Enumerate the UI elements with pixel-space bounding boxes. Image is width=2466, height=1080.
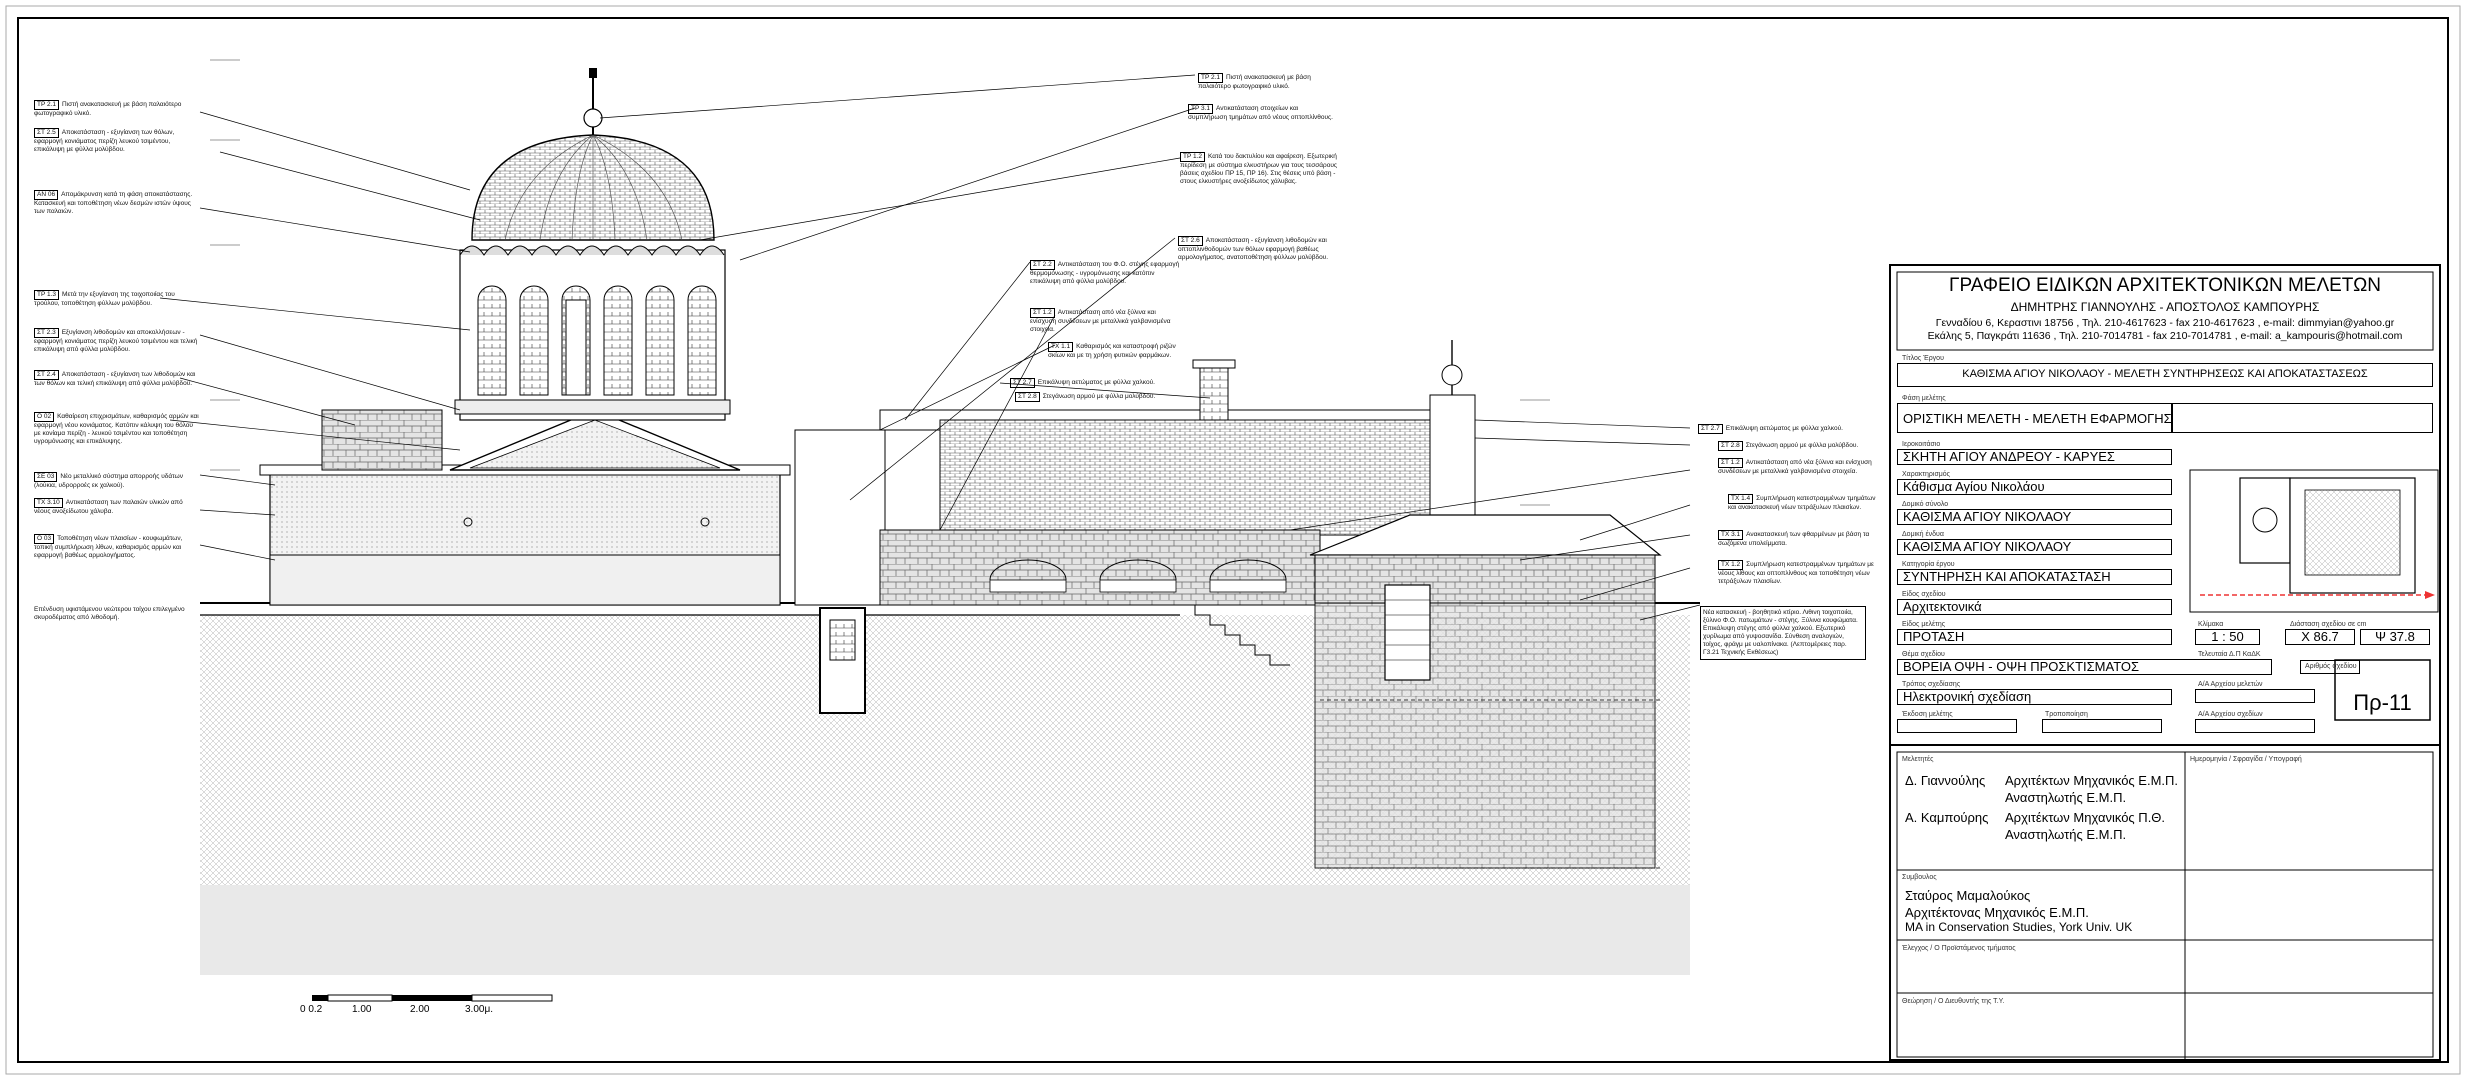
note-top-2: ΤΡ 1.2 Κατά του δακτυλίου και αφαίρεση. Ε…: [1180, 152, 1338, 185]
note-left-2: ΑΝ 06 Απομάκρυνση κατά τη φάση αποκατάστα…: [34, 190, 193, 215]
key-plan: [2200, 477, 2435, 599]
method-value: Ηλεκτρονική σχεδίαση: [1903, 689, 2032, 704]
note-right-0: ΣΤ 2.7 Επικάλυψη αετώματος με φύλλα χαλκο…: [1698, 424, 1883, 434]
collab-name: Σταύρος Μαμαλούκος: [1905, 888, 2031, 903]
project-label: Τίτλος Έργου: [1902, 355, 1944, 362]
note-right-4: ΤΧ 3.1 Ανακατασκευή των φθαρμένων με βάση…: [1718, 530, 1870, 547]
note-left-1: ΣΤ 2.5 Αποκατάσταση - εξυγίανση των θόλων…: [34, 128, 175, 153]
note-left-7: ΣΕ 03 Νέο μεταλλικό σύστημα απορροής υδάτ…: [34, 472, 183, 489]
note-left-6: Ο 02 Καθαίρεση επιχρισμάτων, καθαρισμός α…: [34, 412, 199, 445]
method-label: Τρόπος σχεδίασης: [1902, 681, 1961, 688]
note-top-3: ΣΤ 2.6 Αποκατάσταση - εξυγίανση λιθοδομών…: [1178, 236, 1329, 261]
category-value: ΣΥΝΤΗΡΗΣΗ ΚΑΙ ΑΠΟΚΑΤΑΣΤΑΣΗ: [1903, 569, 2111, 584]
scale-tick-0: 0 0.2: [300, 1004, 323, 1015]
coord-x: Χ 86.7: [2301, 629, 2339, 644]
note-left-0: ΤΡ 2.1 Πιστή ανακατασκευή με βάση παλαιότ…: [34, 100, 182, 117]
scale-bar: [312, 994, 553, 1002]
site-label: Τελευταία Δ.Π ΚαΔΚ: [2198, 651, 2261, 658]
designer-2-title-1: Αρχιτέκτων Μηχανικός Π.Θ.: [2005, 810, 2166, 825]
note-top-8: ΣΤ 2.8 Στεγάνωση αρμού με φύλλα μολύβδου.: [1015, 392, 1205, 402]
location-value: ΣΚΗΤΗ ΑΓΙΟΥ ΑΝΔΡΕΟΥ - ΚΑΡΥΕΣ: [1903, 449, 2115, 464]
note-top-7: ΣΤ 2.7 Επικάλυψη αετώματος με φύλλα χαλκο…: [1010, 378, 1200, 388]
scale-tick-1: 1.00: [352, 1004, 372, 1015]
phase-value: ΟΡΙΣΤΙΚΗ ΜΕΛΕΤΗ - ΜΕΛΕΤΗ ΕΦΑΡΜΟΓΗΣ: [1903, 411, 2172, 426]
revision-label: Τροποποίηση: [2045, 711, 2088, 718]
note-right-1: ΣΤ 2.8 Στεγάνωση αρμού με φύλλα μολύβδου.: [1718, 441, 1883, 451]
coord-y: Ψ 37.8: [2375, 629, 2415, 644]
approve-label: Θεώρηση / Ο Διευθυντής της Τ.Υ.: [1902, 998, 2005, 1005]
design-type-label: Είδος μελέτης: [1902, 621, 1946, 628]
arch-label: Α/Α Αρχείου μελετών: [2198, 681, 2263, 688]
designer-1-name: Δ. Γιαννούλης: [1905, 773, 1986, 788]
file-label: Α/Α Αρχείου σχεδίων: [2198, 711, 2263, 718]
type-value: Αρχιτεκτονικά: [1903, 599, 1982, 614]
note-top-1: ΤΡ 3.1 Αντικατάσταση στοιχείων και συμπλή…: [1188, 104, 1333, 121]
phase-label: Φάση μελέτης: [1902, 395, 1946, 402]
note-top-0: ΤΡ 2.1 Πιστή ανακατασκευή με βάση παλαιότ…: [1198, 73, 1311, 90]
office-address-1: Γενναδίου 6, Κεραστινι 18756 , Τηλ. 210-…: [1935, 317, 2395, 329]
complex-value: ΚΑΘΙΣΜΑ ΑΓΙΟΥ ΝΙΚΟΛΑΟΥ: [1903, 509, 2072, 524]
designer-2-title-2: Αναστηλωτής Ε.Μ.Π.: [2005, 827, 2127, 842]
office-address-2: Εκάλης 5, Παγκράτι 11636 , Τηλ. 210-7014…: [1927, 330, 2403, 342]
char-label: Χαρακτηρισμός: [1902, 471, 1951, 478]
coords-label: Διάσταση σχεδίου σε cm: [2290, 621, 2367, 628]
drawing-number: Πρ-11: [2353, 690, 2412, 715]
office-name: ΓΡΑΦΕΙΟ ΕΙΔΙΚΩΝ ΑΡΧΙΤΕΚΤΟΝΙΚΩΝ ΜΕΛΕΤΩΝ: [1949, 275, 2381, 296]
scale-tick-3: 3.00μ.: [465, 1004, 494, 1015]
note-left-4: ΣΤ 2.3 Εξυγίανση λιθοδομών και αποκολλήσε…: [34, 328, 198, 353]
complex-label: Δομικό σύνολο: [1902, 501, 1949, 508]
char-value: Κάθισμα Αγίου Νικολάου: [1903, 479, 2045, 494]
note-left-3: ΤΡ 1.3 Μετά την εξυγίανση της τοιχοποιίας…: [34, 290, 175, 307]
ground-lower: [200, 885, 1690, 975]
designer-2-name: Α. Καμπούρης: [1905, 810, 1989, 825]
note-right-3: ΤΧ 1.4 Συμπλήρωση κατεστραμμένων τμημάτων…: [1728, 494, 1876, 511]
note-bottom-left: Επένδυση υφιστάμενου νεώτερου τοίχου επι…: [34, 606, 185, 621]
scale-tick-2: 2.00: [410, 1004, 430, 1015]
collab-title-1: Αρχιτέκτονας Μηχανικός Ε.Μ.Π.: [1905, 905, 2089, 920]
note-top-4: ΣΤ 2.2 Αντικατάσταση του Φ.Ο. στέγης εφαρ…: [1030, 260, 1180, 285]
project-title: ΚΑΘΙΣΜΑ ΑΓΙΟΥ ΝΙΚΟΛΑΟΥ - ΜΕΛΕΤΗ ΣΥΝΤΗΡΗΣ…: [1962, 368, 2368, 380]
unit-label: Δομική ένδυα: [1902, 531, 1944, 538]
note-top-5: ΣΤ 1.2 Αντικατάσταση από νέα ξύλινα και ε…: [1030, 308, 1171, 333]
designer-1-title-2: Αναστηλωτής Ε.Μ.Π.: [2005, 790, 2127, 805]
note-bottom-right: Νέα κατασκευή - βοηθητικό κτίριο. Λιθινη…: [1700, 606, 1866, 660]
location-label: Ιεροκοιτάσιο: [1902, 441, 1941, 448]
type-label: Είδος σχεδίου: [1902, 591, 1946, 598]
design-type-value: ΠΡΟΤΑΣΗ: [1903, 629, 1965, 644]
drawing-title-label: Θέμα σχεδίου: [1902, 651, 1945, 658]
designer-1-title-1: Αρχιτέκτων Μηχανικός Ε.Μ.Π.: [2005, 773, 2179, 788]
note-right-5: ΤΧ 1.2 Συμπλήρωση κατεστραμμένων τμημάτων…: [1718, 560, 1874, 585]
date-stamp-label: Ημερομηνία / Σφραγίδα / Υπογραφή: [2190, 756, 2302, 763]
note-left-5: ΣΤ 2.4 Αποκατάσταση - εξυγίανση των λιθοδ…: [34, 370, 196, 387]
collab-title-2: MA in Conservation Studies, York Univ. U…: [1905, 920, 2133, 934]
office-partners: ΔΗΜΗΤΡΗΣ ΓΙΑΝΝΟΥΛΗΣ - ΑΠΟΣΤΟΛΟΣ ΚΑΜΠΟΥΡΗ…: [2010, 300, 2320, 314]
scale-label: Κλίμακα: [2198, 621, 2224, 628]
version-label: Έκδοση μελέτης: [1902, 711, 1953, 718]
note-left-8: ΤΧ 3.10 Αντικατάσταση των παλαιών υλικών …: [34, 498, 183, 515]
designers-label: Μελετητές: [1902, 756, 1934, 763]
check-label: Έλεγχος / Ο Προϊστάμενος τμήματος: [1902, 945, 2016, 952]
unit-value: ΚΑΘΙΣΜΑ ΑΓΙΟΥ ΝΙΚΟΛΑΟΥ: [1903, 539, 2072, 554]
note-left-9: Ο 03 Τοποθέτηση νέων πλαισίων - κουφωμάτω…: [34, 534, 183, 559]
note-top-6: ΤΧ 1.1 Καθαρισμός και καταστροφή ριζών σκ…: [1048, 342, 1176, 359]
chapel-elevation: [259, 68, 791, 606]
drawing-title: ΒΟΡΕΙΑ ΟΨΗ - ΟΨΗ ΠΡΟΣΚΤΙΣΜΑΤΟΣ: [1903, 659, 2140, 674]
note-right-2: ΣΤ 1.2 Αντικατάσταση από νέα ξύλινα και ε…: [1718, 458, 1872, 475]
category-label: Κατηγορία έργου: [1902, 561, 1955, 568]
collab-label: Συμβουλος: [1902, 874, 1937, 881]
scale-value: 1 : 50: [2211, 629, 2244, 644]
